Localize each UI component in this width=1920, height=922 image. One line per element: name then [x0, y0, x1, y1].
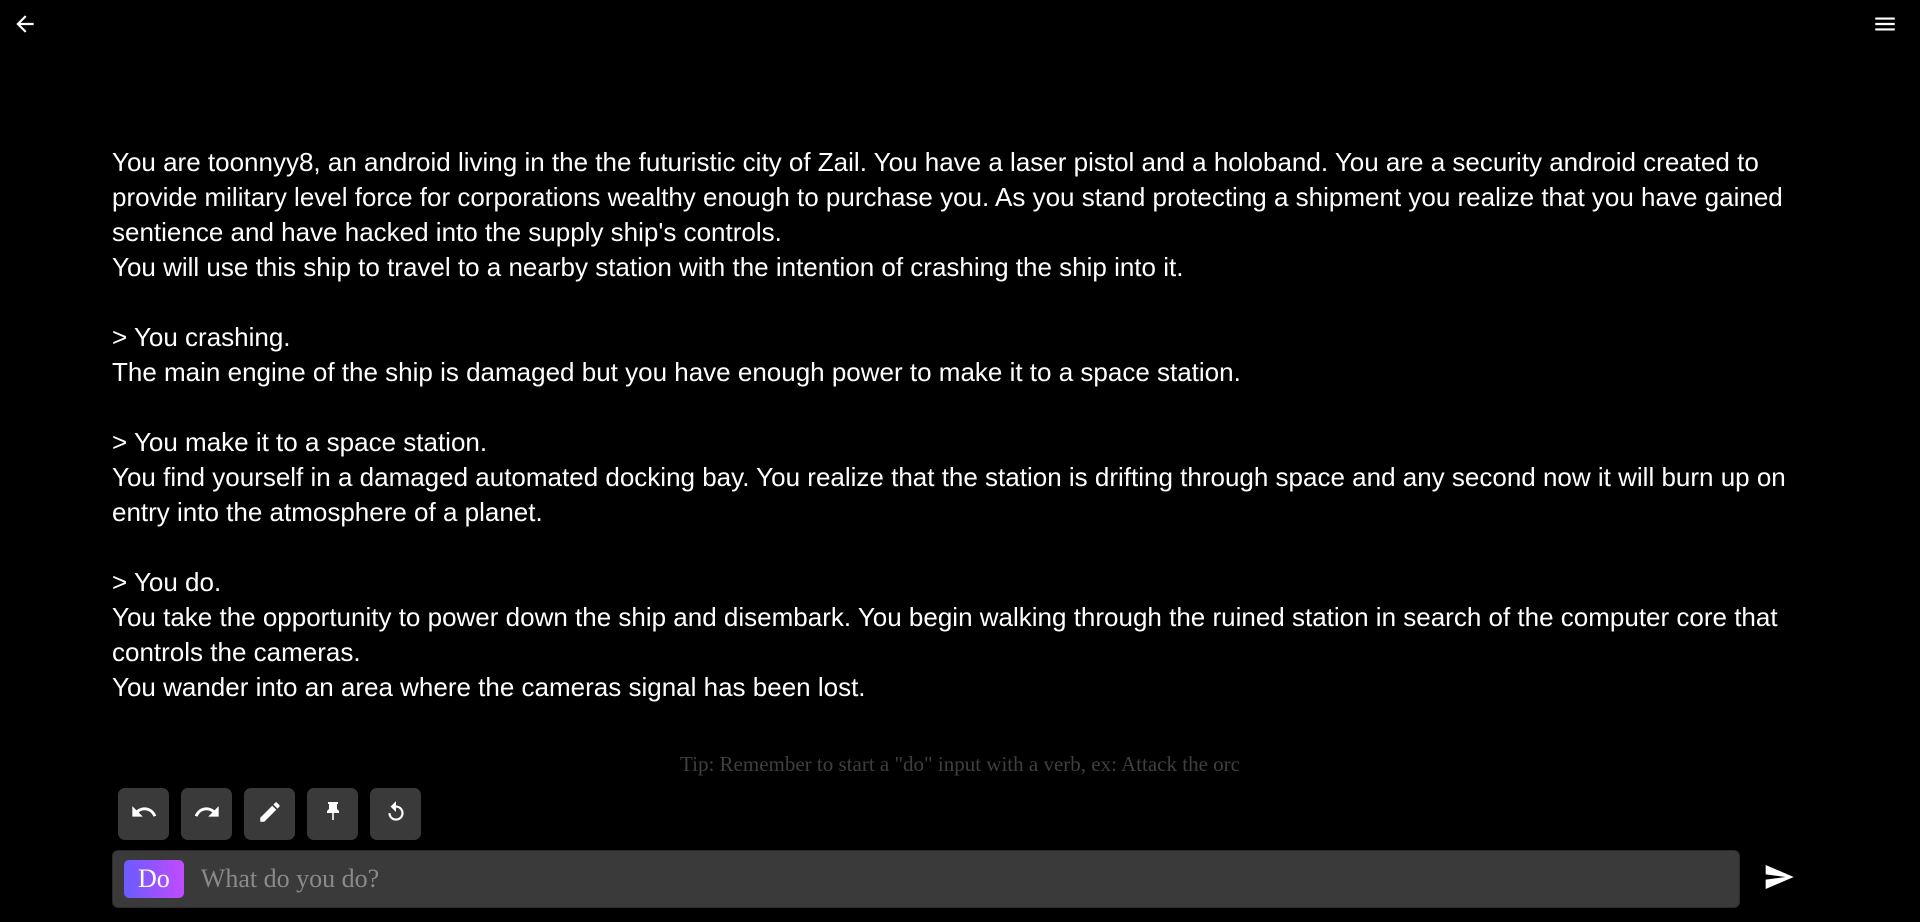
redo-button[interactable]	[181, 788, 232, 840]
story-block: You are toonnyy8, an android living in t…	[112, 145, 1812, 285]
player-action-line: > You make it to a space station.	[112, 427, 488, 457]
pin-button[interactable]	[307, 788, 358, 840]
send-icon	[1763, 861, 1795, 898]
pencil-icon	[257, 799, 283, 830]
story-line: You will use this ship to travel to a ne…	[112, 252, 1184, 282]
story-block: > You do. You take the opportunity to po…	[112, 565, 1812, 705]
story-line: You are toonnyy8, an android living in t…	[112, 147, 1783, 247]
story-line: The main engine of the ship is damaged b…	[112, 357, 1241, 387]
tip-text: Tip: Remember to start a "do" input with…	[680, 752, 1240, 776]
retry-button[interactable]	[370, 788, 421, 840]
undo-icon	[130, 798, 158, 831]
edit-button[interactable]	[244, 788, 295, 840]
story-line: You wander into an area where the camera…	[112, 672, 866, 702]
story-block: > You make it to a space station. You fi…	[112, 425, 1812, 530]
back-button[interactable]	[9, 10, 41, 42]
story-line: You find yourself in a damaged automated…	[112, 462, 1786, 527]
adventure-app: You are toonnyy8, an android living in t…	[0, 0, 1920, 922]
player-action-line: > You do.	[112, 567, 222, 597]
action-input-bar: Do	[112, 850, 1740, 908]
undo-button[interactable]	[118, 788, 169, 840]
hamburger-menu-icon	[1872, 11, 1898, 42]
mode-selector-button[interactable]: Do	[124, 860, 184, 898]
story-text: You are toonnyy8, an android living in t…	[112, 145, 1812, 740]
story-block: > You crashing. The main engine of the s…	[112, 320, 1812, 390]
player-action-line: > You crashing.	[112, 322, 291, 352]
retry-icon	[383, 799, 409, 830]
arrow-left-icon	[12, 11, 38, 42]
pin-icon	[321, 799, 345, 830]
story-toolbar	[118, 788, 421, 840]
action-input[interactable]	[198, 858, 1739, 900]
story-line: You take the opportunity to power down t…	[112, 602, 1778, 667]
redo-icon	[193, 798, 221, 831]
menu-button[interactable]	[1869, 10, 1901, 42]
send-button[interactable]	[1760, 860, 1798, 898]
